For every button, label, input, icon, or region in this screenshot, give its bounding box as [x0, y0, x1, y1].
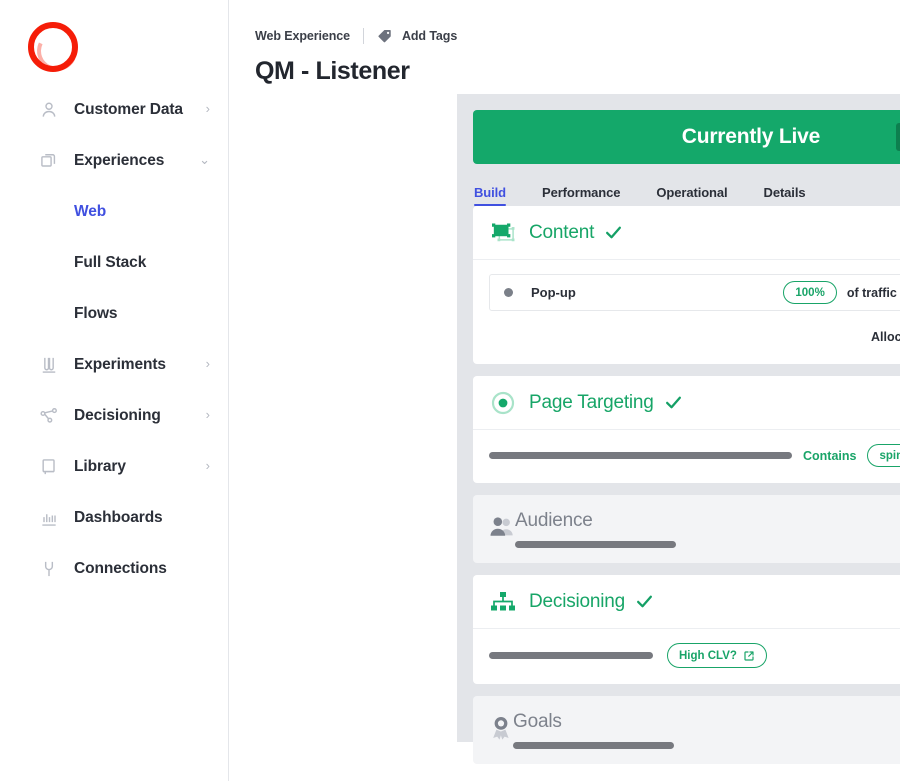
card-title: Audience [515, 510, 593, 531]
status-banner: Currently Live Pause Preview [473, 110, 900, 164]
variation-traffic-label: of traffic [846, 285, 897, 300]
sidebar-item-connections[interactable]: Connections [0, 543, 228, 594]
sidebar-item-customer-data[interactable]: Customer Data › [0, 84, 228, 135]
status-badge: Currently Live [681, 125, 821, 148]
card-content: Content View Pop-up 100% of traffic Pre [473, 206, 900, 364]
sidebar: Customer Data › Experiences ⌄ Web Full S… [0, 0, 229, 781]
variation-traffic-pill[interactable]: 100% [783, 281, 837, 304]
chevron-right-icon: › [205, 407, 210, 422]
sidebar-subitem-label: Full Stack [74, 253, 147, 271]
hierarchy-icon [489, 591, 517, 613]
card-goals[interactable]: Goals [473, 696, 900, 764]
card-title: Content [529, 221, 595, 243]
audience-people-icon [489, 515, 515, 544]
tab-details[interactable]: Details [764, 185, 806, 206]
decisioning-rule-row: High CLV? [489, 643, 900, 668]
chevron-right-icon: › [205, 458, 210, 473]
chevron-right-icon: › [205, 356, 210, 371]
rule-value-pill[interactable]: spinshop [867, 444, 900, 467]
redacted-bar [513, 742, 674, 749]
add-tags-button[interactable]: Add Tags [402, 29, 457, 43]
card-title: Goals [513, 711, 562, 732]
sidebar-item-web[interactable]: Web [0, 186, 228, 237]
chevron-right-icon: › [205, 101, 210, 116]
card-content-header: Content View [473, 206, 900, 259]
main-content: Web Experience Add Tags QM - Listener Cu… [229, 0, 900, 781]
allocation-row: Allocation: 100% of traffic [489, 325, 900, 348]
sidebar-item-label: Customer Data [74, 100, 183, 118]
card-page-targeting-header: Page Targeting View [473, 376, 900, 429]
tab-operational[interactable]: Operational [656, 185, 727, 206]
tab-build[interactable]: Build [474, 185, 506, 206]
check-icon [664, 393, 683, 412]
card-page-targeting: Page Targeting View Contains spinshop [473, 376, 900, 483]
check-icon [635, 592, 654, 611]
bar-chart-icon [38, 507, 60, 529]
external-link-icon[interactable] [743, 650, 755, 662]
variation-dot-icon [504, 288, 513, 297]
page-header: Web Experience Add Tags QM - Listener [229, 0, 900, 86]
sidebar-subitem-label: Web [74, 202, 107, 220]
book-icon [38, 456, 60, 478]
check-icon [604, 223, 623, 242]
sidebar-item-flows[interactable]: Flows [0, 288, 228, 339]
pause-button[interactable]: Pause [895, 123, 900, 151]
sidebar-item-label: Connections [74, 559, 167, 577]
redacted-bar [515, 541, 676, 548]
award-ribbon-icon [489, 715, 513, 746]
sidebar-nav: Customer Data › Experiences ⌄ Web Full S… [0, 84, 228, 594]
card-decisioning-header: Decisioning View [473, 575, 900, 628]
breadcrumb: Web Experience Add Tags [255, 26, 900, 46]
tag-icon[interactable] [377, 28, 393, 44]
sidebar-subitem-label: Flows [74, 304, 118, 322]
target-radio-icon [489, 391, 517, 415]
share-nodes-icon [38, 405, 60, 427]
sidebar-item-label: Dashboards [74, 508, 163, 526]
card-decisioning-body: High CLV? [473, 628, 900, 684]
sidebar-item-label: Experiments [74, 355, 166, 373]
tab-performance[interactable]: Performance [542, 185, 620, 206]
chevron-down-icon: ⌄ [199, 152, 210, 167]
decisioning-rule-pill[interactable]: High CLV? [667, 643, 767, 668]
breadcrumb-divider [362, 28, 364, 44]
page-title: QM - Listener [255, 57, 410, 85]
plug-icon [38, 558, 60, 580]
optimizely-logo[interactable] [28, 22, 78, 72]
content-frame-icon [489, 222, 517, 244]
person-icon [38, 99, 60, 121]
card-goals-header: Goals [473, 696, 900, 764]
sidebar-item-library[interactable]: Library › [0, 441, 228, 492]
tab-bar: Build Performance Operational Details [473, 168, 900, 206]
card-title: Decisioning [529, 590, 626, 612]
build-panel: Currently Live Pause Preview Build Perfo… [457, 94, 900, 764]
card-content-body: Pop-up 100% of traffic Preview View code… [473, 259, 900, 364]
sidebar-item-full-stack[interactable]: Full Stack [0, 237, 228, 288]
app-root: Customer Data › Experiences ⌄ Web Full S… [0, 0, 900, 781]
redacted-bar [489, 652, 653, 659]
sidebar-item-dashboards[interactable]: Dashboards [0, 492, 228, 543]
sidebar-item-label: Decisioning [74, 406, 161, 424]
variation-name: Pop-up [531, 285, 576, 300]
card-page-targeting-body: Contains spinshop [473, 429, 900, 483]
sidebar-item-label: Library [74, 457, 126, 475]
test-tubes-icon [38, 354, 60, 376]
rule-operator: Contains [803, 448, 857, 463]
sidebar-item-label: Experiences [74, 151, 165, 169]
decisioning-rule-label: High CLV? [679, 649, 737, 662]
breadcrumb-item-web-experience[interactable]: Web Experience [255, 29, 350, 43]
card-decisioning: Decisioning View High CLV? [473, 575, 900, 684]
card-audience[interactable]: Audience [473, 495, 900, 563]
targeting-rule-row: Contains spinshop [489, 444, 900, 467]
allocation-label: Allocation: [870, 329, 900, 344]
redacted-bar [489, 452, 792, 459]
layers-icon [38, 150, 60, 172]
sidebar-item-experiments[interactable]: Experiments › [0, 339, 228, 390]
card-title: Page Targeting [529, 391, 654, 413]
card-audience-header: Audience [473, 495, 900, 563]
sidebar-item-experiences[interactable]: Experiences ⌄ [0, 135, 228, 186]
sidebar-item-decisioning[interactable]: Decisioning › [0, 390, 228, 441]
logo-container[interactable] [0, 0, 228, 72]
variation-row[interactable]: Pop-up 100% of traffic Preview View code [489, 274, 900, 311]
